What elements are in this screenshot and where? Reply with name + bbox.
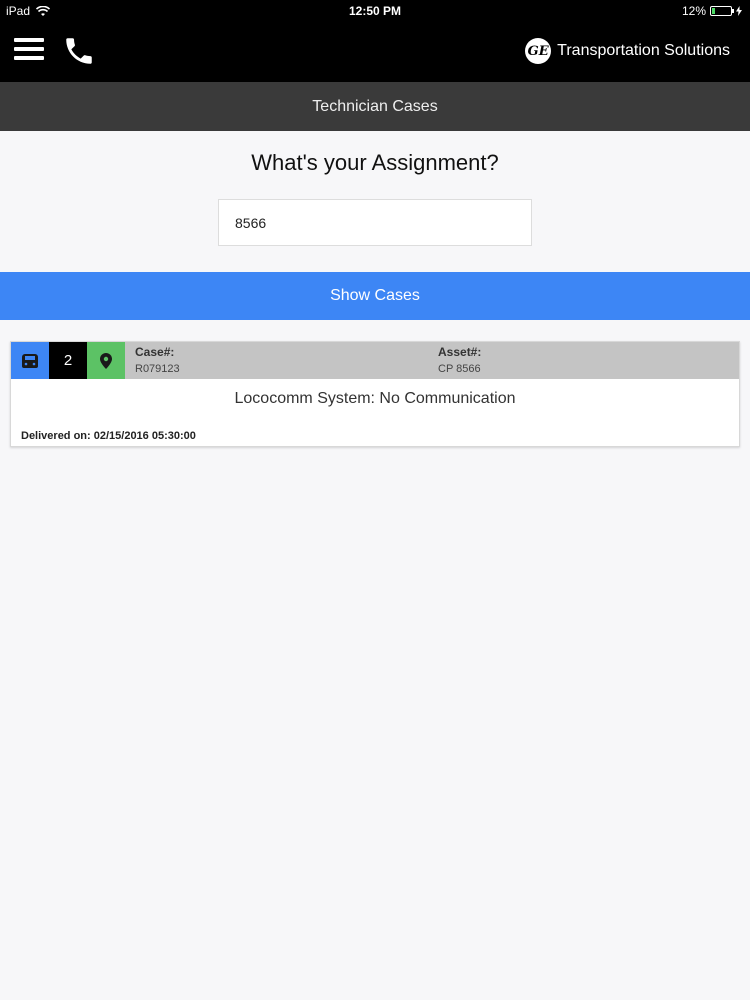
call-button[interactable] bbox=[62, 34, 96, 68]
asset-field: Asset#: CP 8566 bbox=[438, 345, 481, 375]
menu-button[interactable] bbox=[14, 38, 44, 64]
map-pin-icon bbox=[100, 352, 112, 369]
phone-icon bbox=[66, 38, 92, 64]
battery-percent: 12% bbox=[681, 4, 706, 18]
battery-icon bbox=[710, 6, 734, 16]
case-label: Case#: bbox=[135, 345, 175, 359]
case-count: 2 bbox=[49, 342, 87, 379]
case-number: R079123 bbox=[135, 363, 180, 375]
case-type-cell bbox=[11, 342, 49, 379]
charging-icon bbox=[736, 6, 742, 16]
status-bar: iPad 12:50 PM 12% bbox=[0, 0, 750, 22]
asset-label: Asset#: bbox=[438, 345, 482, 359]
case-card[interactable]: 2 Case#: R079123 Asset#: CP 8566 Lococom… bbox=[10, 341, 740, 447]
assignment-prompt: What's your Assignment? bbox=[251, 150, 499, 175]
case-field: Case#: R079123 bbox=[135, 345, 180, 375]
status-time: 12:50 PM bbox=[348, 4, 402, 18]
brand: GE Transportation Solutions bbox=[525, 38, 730, 64]
locomotive-icon bbox=[22, 353, 38, 368]
status-right: 12% bbox=[682, 4, 742, 18]
page-title: Technician Cases bbox=[0, 82, 750, 131]
menu-icon bbox=[14, 38, 44, 42]
assignment-input[interactable] bbox=[218, 199, 532, 246]
app-header: GE Transportation Solutions bbox=[0, 22, 750, 82]
case-title: Lococomm System: No Communication bbox=[234, 390, 516, 407]
location-cell[interactable] bbox=[87, 342, 125, 379]
show-cases-button[interactable]: Show Cases bbox=[0, 272, 750, 320]
ge-logo: GE bbox=[525, 38, 552, 64]
case-header: 2 Case#: R079123 Asset#: CP 8566 bbox=[11, 342, 739, 379]
delivered-on: Delivered on: 02/15/2016 05:30:00 bbox=[21, 430, 196, 442]
brand-name: Transportation Solutions bbox=[557, 42, 730, 59]
asset-number: CP 8566 bbox=[438, 363, 481, 375]
